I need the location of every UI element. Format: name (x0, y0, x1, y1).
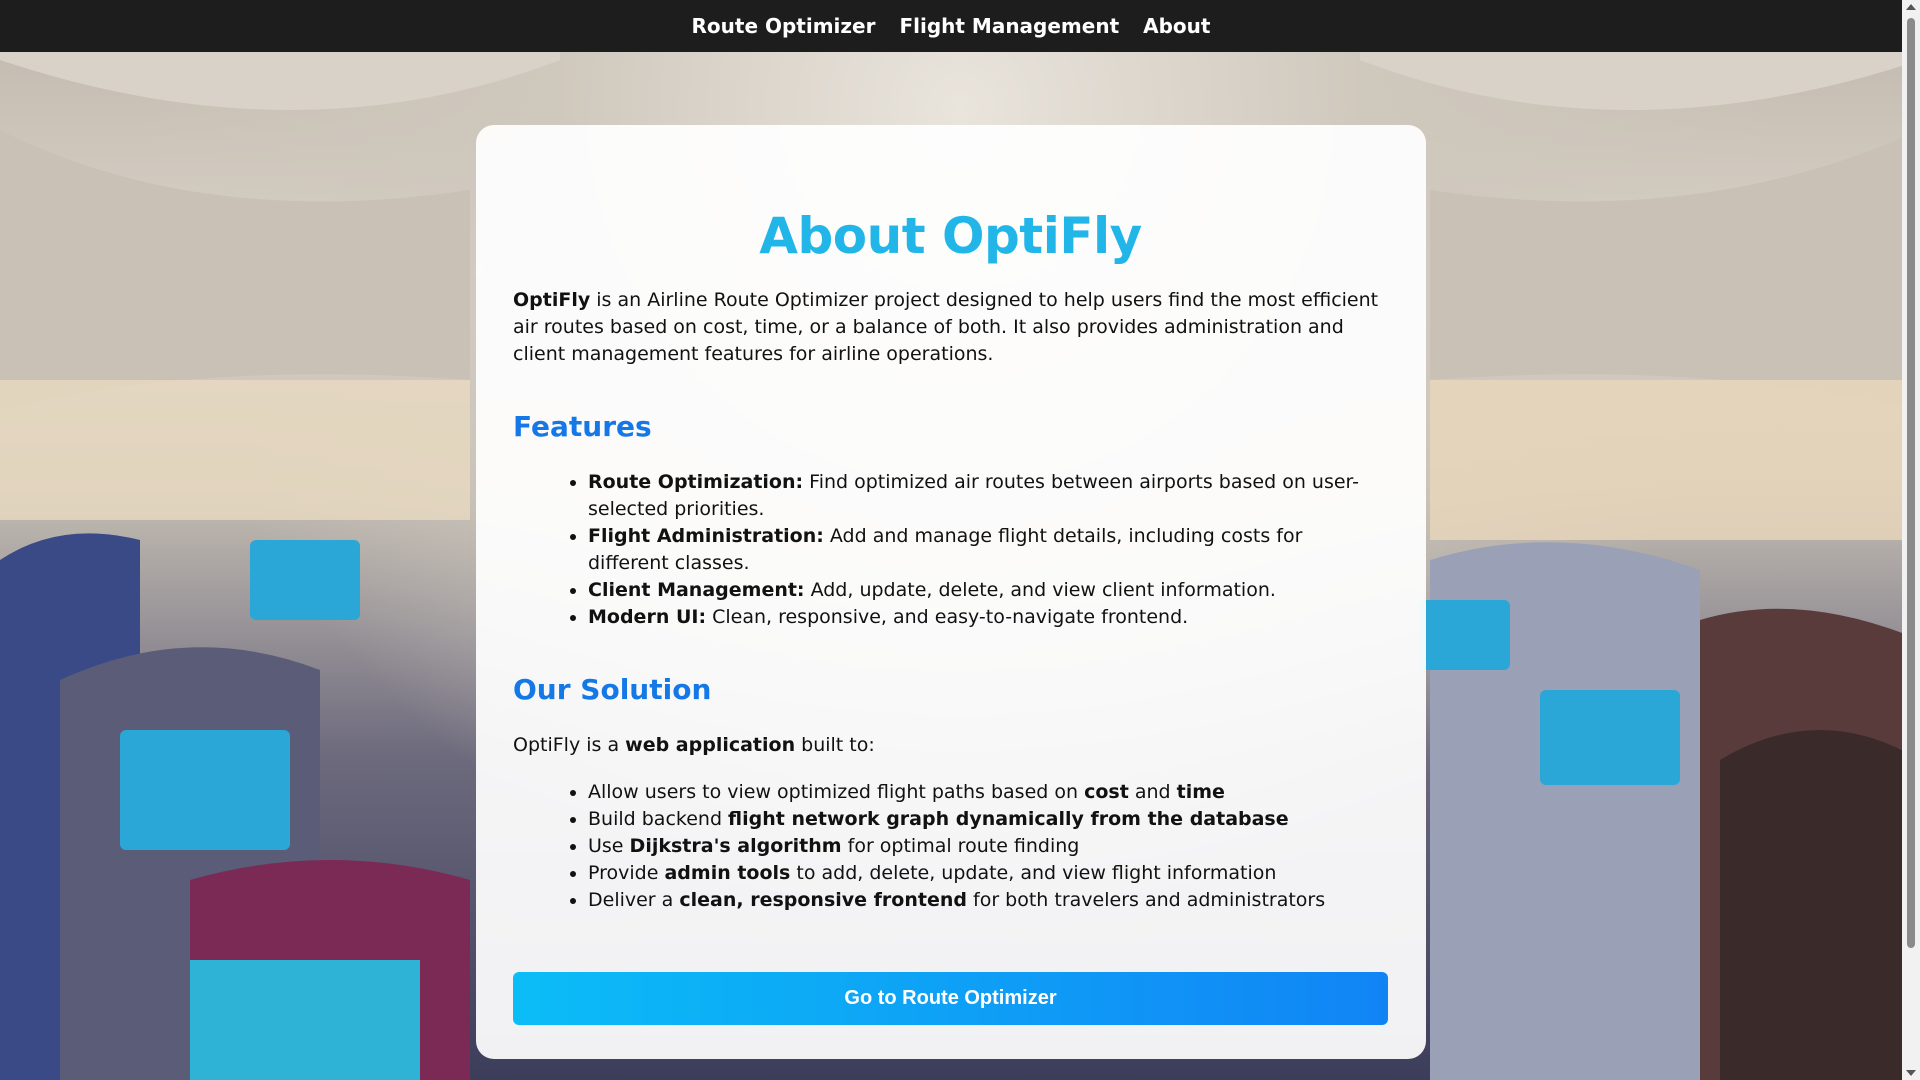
list-item: Client Management: Add, update, delete, … (588, 577, 1388, 604)
solution-bold: Dijkstra's algorithm (629, 835, 842, 857)
go-to-route-optimizer-button[interactable]: Go to Route Optimizer (513, 972, 1388, 1025)
solution-bold: time (1176, 781, 1225, 803)
solution-intro-bold: web application (625, 734, 796, 756)
intro-paragraph: OptiFly is an Airline Route Optimizer pr… (513, 287, 1388, 368)
scroll-thumb[interactable] (1907, 18, 1915, 948)
page-title: About OptiFly (759, 207, 1142, 265)
solution-text: Deliver a (588, 889, 680, 911)
solution-text: Provide (588, 862, 665, 884)
solution-intro: OptiFly is a web application built to: (513, 732, 1388, 759)
list-item: Modern UI: Clean, responsive, and easy-t… (588, 604, 1388, 631)
solution-text: Use (588, 835, 630, 857)
list-item: Build backend flight network graph dynam… (588, 806, 1388, 833)
features-heading: Features (513, 410, 652, 443)
solution-bold: admin tools (664, 862, 791, 884)
feature-label: Client Management: (588, 579, 805, 601)
feature-label: Route Optimization: (588, 471, 804, 493)
solution-text: and (1128, 781, 1177, 803)
intro-text: is an Airline Route Optimizer project de… (513, 289, 1379, 365)
list-item: Route Optimization: Find optimized air r… (588, 469, 1388, 523)
scroll-up-arrow-icon[interactable] (1906, 4, 1916, 10)
scroll-down-arrow-icon[interactable] (1906, 1070, 1916, 1076)
solution-heading: Our Solution (513, 673, 712, 706)
solution-list: Allow users to view optimized flight pat… (513, 779, 1388, 914)
solution-text: for both travelers and administrators (966, 889, 1326, 911)
about-card: About OptiFly OptiFly is an Airline Rout… (476, 125, 1426, 1059)
list-item: Provide admin tools to add, delete, upda… (588, 860, 1388, 887)
list-item: Deliver a clean, responsive frontend for… (588, 887, 1388, 914)
feature-label: Flight Administration: (588, 525, 824, 547)
feature-text: Clean, responsive, and easy-to-navigate … (706, 606, 1189, 628)
solution-text: Allow users to view optimized flight pat… (588, 781, 1085, 803)
nav-route-optimizer[interactable]: Route Optimizer (692, 10, 876, 42)
solution-text: to add, delete, update, and view flight … (790, 862, 1277, 884)
top-navbar: Route Optimizer Flight Management About (0, 0, 1902, 52)
feature-text: Add, update, delete, and view client inf… (804, 579, 1276, 601)
solution-bold: flight network graph dynamically from th… (728, 808, 1289, 830)
solution-text: for optimal route finding (841, 835, 1080, 857)
nav-flight-management[interactable]: Flight Management (899, 10, 1119, 42)
intro-brand: OptiFly (513, 289, 591, 311)
list-item: Flight Administration: Add and manage fl… (588, 523, 1388, 577)
page-scrollbar[interactable] (1902, 0, 1920, 1080)
solution-bold: clean, responsive frontend (679, 889, 967, 911)
solution-bold: cost (1084, 781, 1129, 803)
feature-label: Modern UI: (588, 606, 707, 628)
solution-intro-text: OptiFly is a (513, 734, 626, 756)
features-list: Route Optimization: Find optimized air r… (513, 469, 1388, 631)
solution-intro-text: built to: (795, 734, 875, 756)
solution-text: Build backend (588, 808, 729, 830)
nav-about[interactable]: About (1143, 10, 1210, 42)
list-item: Allow users to view optimized flight pat… (588, 779, 1388, 806)
list-item: Use Dijkstra's algorithm for optimal rou… (588, 833, 1388, 860)
